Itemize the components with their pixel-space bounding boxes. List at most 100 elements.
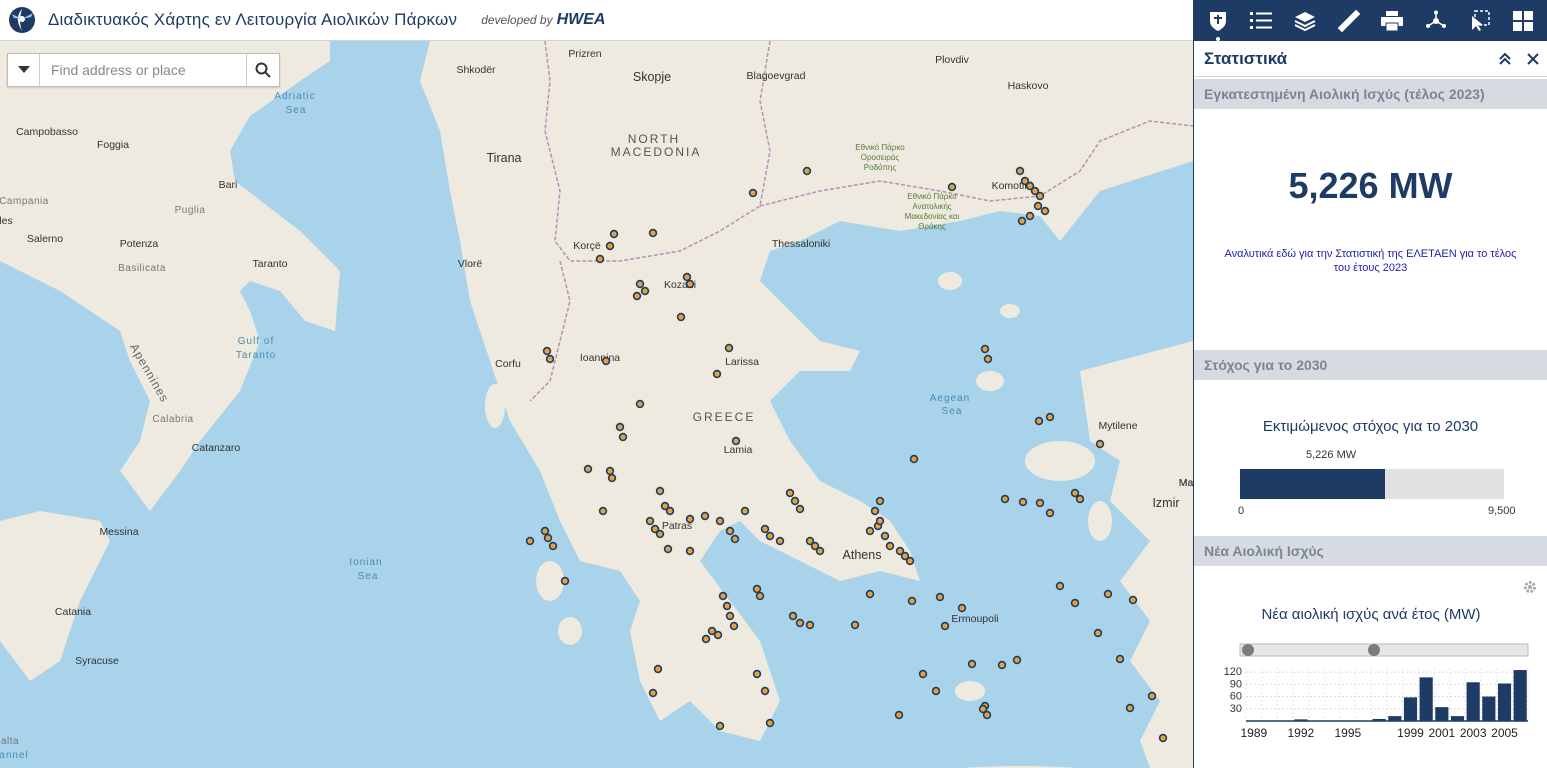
wind-farm-marker[interactable] bbox=[740, 506, 750, 516]
wind-farm-marker[interactable] bbox=[765, 718, 775, 728]
wind-farm-marker[interactable] bbox=[1045, 412, 1055, 422]
wind-farm-marker[interactable] bbox=[1000, 494, 1010, 504]
legend-logo-tool[interactable] bbox=[1202, 5, 1234, 41]
wind-farm-marker[interactable] bbox=[542, 346, 552, 356]
wind-farm-marker[interactable] bbox=[648, 688, 658, 698]
wind-farm-marker[interactable] bbox=[653, 664, 663, 674]
statistics-link[interactable]: Αναλυτικά εδώ για την Στατιστική της ΕΛΕ… bbox=[1194, 247, 1547, 275]
wind-farm-marker[interactable] bbox=[655, 529, 665, 539]
wind-farm-marker[interactable] bbox=[880, 531, 890, 541]
wind-farm-marker[interactable] bbox=[598, 506, 608, 516]
wind-farm-marker[interactable] bbox=[760, 686, 770, 696]
wind-farm-marker[interactable] bbox=[885, 541, 895, 551]
wind-farm-marker[interactable] bbox=[1115, 654, 1125, 664]
wind-farm-marker[interactable] bbox=[724, 343, 734, 353]
wind-farm-marker[interactable] bbox=[676, 312, 686, 322]
collapse-button[interactable] bbox=[1491, 52, 1519, 66]
range-slider-end-handle[interactable] bbox=[1368, 644, 1380, 656]
wind-farm-marker[interactable] bbox=[640, 286, 650, 296]
wind-farm-marker[interactable] bbox=[635, 399, 645, 409]
wind-farm-marker[interactable] bbox=[701, 634, 711, 644]
wind-farm-marker[interactable] bbox=[865, 589, 875, 599]
chart-bar[interactable] bbox=[1419, 677, 1433, 721]
wind-farm-marker[interactable] bbox=[729, 621, 739, 631]
map-view[interactable]: Shkodër Prizren Skopje Blagoevgrad Plovdiv Ha… bbox=[0, 41, 1193, 768]
wind-farm-marker[interactable] bbox=[1125, 703, 1135, 713]
wind-farm-marker[interactable] bbox=[802, 166, 812, 176]
wind-farm-marker[interactable] bbox=[665, 506, 675, 516]
wind-farm-marker[interactable] bbox=[718, 591, 728, 601]
range-slider-track[interactable] bbox=[1239, 643, 1529, 657]
wind-farm-marker[interactable] bbox=[685, 279, 695, 289]
wind-farm-marker[interactable] bbox=[632, 291, 642, 301]
wind-farm-marker[interactable] bbox=[715, 516, 725, 526]
wind-farm-marker[interactable] bbox=[967, 659, 977, 669]
wind-farm-marker[interactable] bbox=[1158, 733, 1168, 743]
wind-farm-marker[interactable] bbox=[712, 369, 722, 379]
wind-farm-marker[interactable] bbox=[1015, 166, 1025, 176]
wind-farm-marker[interactable] bbox=[909, 454, 919, 464]
wind-farm-marker[interactable] bbox=[748, 188, 758, 198]
wind-farm-marker[interactable] bbox=[725, 611, 735, 621]
wind-farm-marker[interactable] bbox=[1035, 498, 1045, 508]
wind-farm-marker[interactable] bbox=[605, 466, 615, 476]
wind-farm-marker[interactable] bbox=[543, 533, 553, 543]
wind-farm-marker[interactable] bbox=[894, 710, 904, 720]
wind-farm-marker[interactable] bbox=[1018, 497, 1028, 507]
basemap[interactable]: Shkodër Prizren Skopje Blagoevgrad Plovdiv Ha… bbox=[0, 41, 1193, 768]
wind-farm-marker[interactable] bbox=[1045, 508, 1055, 518]
wind-farm-marker[interactable] bbox=[1025, 211, 1035, 221]
wind-farm-marker[interactable] bbox=[607, 473, 617, 483]
wind-farm-marker[interactable] bbox=[1012, 655, 1022, 665]
wind-farm-marker[interactable] bbox=[525, 536, 535, 546]
wind-farm-marker[interactable] bbox=[1103, 589, 1113, 599]
wind-farm-marker[interactable] bbox=[595, 254, 605, 264]
wind-farm-marker[interactable] bbox=[663, 544, 673, 554]
wind-farm-marker[interactable] bbox=[850, 620, 860, 630]
wind-farm-marker[interactable] bbox=[715, 721, 725, 731]
search-button[interactable] bbox=[246, 54, 279, 86]
wind-farm-marker[interactable] bbox=[805, 620, 815, 630]
wind-farm-marker[interactable] bbox=[1093, 628, 1103, 638]
share-tool[interactable] bbox=[1420, 5, 1452, 37]
wind-farm-marker[interactable] bbox=[935, 592, 945, 602]
wind-farm-marker[interactable] bbox=[815, 546, 825, 556]
wind-farm-marker[interactable] bbox=[940, 621, 950, 631]
search-source-dropdown[interactable] bbox=[8, 54, 40, 86]
chart-bar[interactable] bbox=[1497, 683, 1512, 721]
wind-farm-marker[interactable] bbox=[1040, 206, 1050, 216]
wind-farm-marker[interactable] bbox=[795, 504, 805, 514]
wind-farm-marker[interactable] bbox=[1033, 201, 1043, 211]
wind-farm-marker[interactable] bbox=[760, 524, 770, 534]
wind-farm-marker[interactable] bbox=[752, 669, 762, 679]
wind-farm-marker[interactable] bbox=[997, 660, 1007, 670]
wind-farm-marker[interactable] bbox=[785, 488, 795, 498]
wind-farm-marker[interactable] bbox=[907, 596, 917, 606]
wind-farm-marker[interactable] bbox=[713, 630, 723, 640]
wind-farm-marker[interactable] bbox=[865, 526, 875, 536]
wind-farm-marker[interactable] bbox=[1070, 488, 1080, 498]
wind-farm-marker[interactable] bbox=[682, 272, 692, 282]
wind-farm-marker[interactable] bbox=[609, 229, 619, 239]
chart-settings-button[interactable] bbox=[1523, 580, 1537, 599]
wind-farm-marker[interactable] bbox=[788, 611, 798, 621]
wind-farm-marker[interactable] bbox=[730, 534, 740, 544]
wind-farm-marker[interactable] bbox=[982, 710, 992, 720]
wind-farm-marker[interactable] bbox=[540, 526, 550, 536]
apps-tool[interactable] bbox=[1507, 5, 1539, 37]
select-tool[interactable] bbox=[1464, 5, 1496, 37]
wind-farm-marker[interactable] bbox=[1070, 598, 1080, 608]
wind-farm-marker[interactable] bbox=[605, 241, 615, 251]
chart-bar[interactable] bbox=[1403, 697, 1418, 721]
wind-farm-marker[interactable] bbox=[875, 496, 885, 506]
wind-farm-marker[interactable] bbox=[765, 531, 775, 541]
wind-farm-marker[interactable] bbox=[1034, 416, 1044, 426]
wind-farm-marker[interactable] bbox=[1035, 191, 1045, 201]
wind-farm-marker[interactable] bbox=[918, 669, 928, 679]
wind-farm-marker[interactable] bbox=[980, 344, 990, 354]
wind-farm-marker[interactable] bbox=[947, 182, 957, 192]
wind-farm-marker[interactable] bbox=[645, 516, 655, 526]
wind-farm-marker[interactable] bbox=[618, 432, 628, 442]
wind-farm-marker[interactable] bbox=[685, 546, 695, 556]
chart-bar[interactable] bbox=[1482, 696, 1496, 721]
